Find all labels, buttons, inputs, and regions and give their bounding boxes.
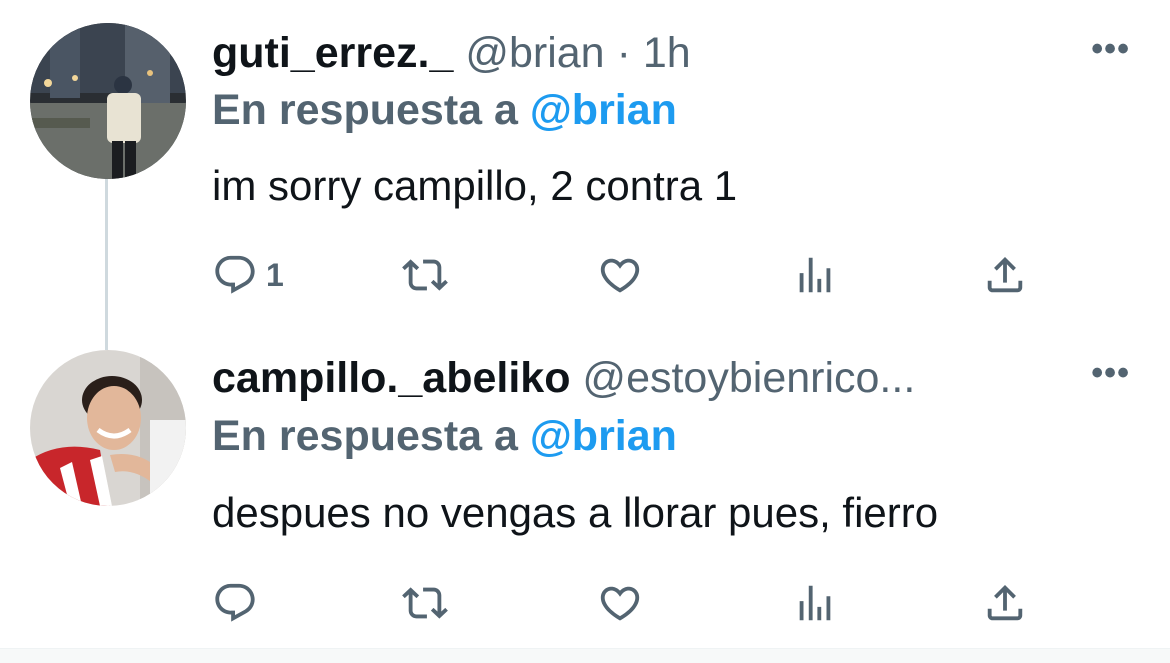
reply-context: En respuesta a @brian	[212, 84, 677, 136]
tweet-header: guti_errez._ @brian · 1h	[212, 27, 1100, 79]
reply-mention-link[interactable]: @brian	[530, 86, 677, 134]
reply-prefix: En respuesta a	[212, 412, 518, 460]
like-icon	[600, 258, 640, 293]
tweet[interactable]: campillo._abeliko @estoybienrico... ••• …	[0, 330, 1170, 648]
reply-icon	[215, 583, 255, 622]
views-icon	[799, 257, 831, 293]
separator-dot: ·	[616, 29, 631, 77]
like-button[interactable]	[597, 578, 643, 628]
action-bar	[212, 578, 1042, 628]
more-options-icon[interactable]: •••	[1091, 30, 1130, 69]
avatar-photo	[30, 23, 186, 179]
tweet-header: campillo._abeliko @estoybienrico...	[212, 352, 1100, 404]
display-name[interactable]: campillo._abeliko	[212, 354, 570, 402]
display-name[interactable]: guti_errez._	[212, 29, 453, 77]
share-icon	[987, 584, 1023, 621]
reply-count: 1	[266, 256, 284, 293]
like-icon	[600, 586, 640, 621]
views-button[interactable]	[792, 578, 838, 628]
reply-icon	[215, 255, 255, 294]
user-handle[interactable]: @estoybienrico...	[582, 354, 915, 402]
user-handle[interactable]: @brian	[465, 29, 604, 77]
tweet-text: im sorry campillo, 2 contra 1	[212, 162, 738, 209]
views-button[interactable]	[792, 250, 838, 300]
views-icon	[799, 585, 831, 621]
timestamp[interactable]: 1h	[643, 29, 691, 77]
share-icon	[987, 256, 1023, 293]
reply-mention-link[interactable]: @brian	[530, 412, 677, 460]
retweet-button[interactable]	[402, 250, 448, 300]
share-button[interactable]	[982, 250, 1028, 300]
retweet-icon	[402, 587, 448, 619]
avatar[interactable]	[30, 23, 186, 179]
tweet-text: despues no vengas a llorar pues, fierro	[212, 489, 939, 536]
share-button[interactable]	[982, 578, 1028, 628]
avatar-photo	[30, 350, 186, 506]
like-button[interactable]	[597, 250, 643, 300]
tweet[interactable]: guti_errez._ @brian · 1h ••• En respuest…	[0, 0, 1170, 330]
avatar[interactable]	[30, 350, 186, 506]
reply-button[interactable]	[212, 578, 266, 628]
more-options-icon[interactable]: •••	[1091, 354, 1130, 393]
bottom-divider	[0, 648, 1170, 663]
retweet-button[interactable]	[402, 578, 448, 628]
reply-prefix: En respuesta a	[212, 86, 518, 134]
action-bar: 1	[212, 250, 1042, 300]
retweet-icon	[402, 259, 448, 291]
reply-context: En respuesta a @brian	[212, 410, 677, 462]
reply-button[interactable]: 1	[212, 250, 284, 300]
